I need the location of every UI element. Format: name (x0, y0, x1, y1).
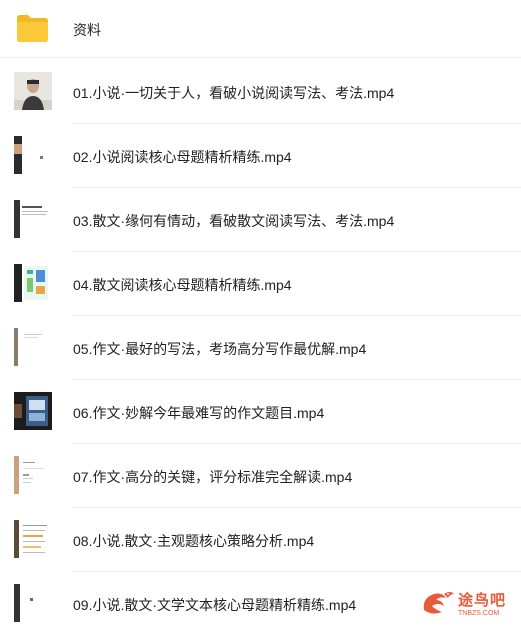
file-row[interactable]: 07.作文·高分的关键，评分标准完全解读.mp4 (0, 444, 521, 508)
file-row[interactable]: 06.作文·妙解今年最难写的作文题目.mp4 (0, 380, 521, 444)
folder-icon (17, 15, 48, 42)
file-row[interactable]: 01.小说·一切关于人，看破小说阅读写法、考法.mp4 (0, 60, 521, 124)
file-row[interactable]: 05.作文·最好的写法，考场高分写作最优解.mp4 (0, 316, 521, 380)
video-thumbnail (14, 520, 52, 558)
video-thumbnail (14, 264, 52, 302)
folder-row[interactable]: 资料 (0, 0, 521, 58)
file-row[interactable]: 03.散文·缘何有情动，看破散文阅读写法、考法.mp4 (0, 188, 521, 252)
file-name: 06.作文·妙解今年最难写的作文题目.mp4 (73, 405, 325, 421)
folder-name: 资料 (73, 22, 101, 38)
file-name: 02.小说阅读核心母题精析精练.mp4 (73, 149, 292, 165)
row-divider (0, 57, 521, 58)
file-name: 04.散文阅读核心母题精析精练.mp4 (73, 277, 292, 293)
file-name: 07.作文·高分的关键，评分标准完全解读.mp4 (73, 469, 353, 485)
bird-logo-icon (423, 592, 454, 614)
video-thumbnail (14, 584, 52, 622)
file-name: 08.小说.散文·主观题核心策略分析.mp4 (73, 533, 315, 549)
video-thumbnail (14, 328, 52, 366)
file-name: 03.散文·缘何有情动，看破散文阅读写法、考法.mp4 (73, 213, 395, 229)
video-thumbnail (14, 200, 52, 238)
file-name: 01.小说·一切关于人，看破小说阅读写法、考法.mp4 (73, 85, 395, 101)
watermark-subtext: TNBZS.COM (458, 610, 500, 617)
file-name: 09.小说.散文·文学文本核心母题精析精练.mp4 (73, 597, 357, 613)
watermark-text: 途鸟吧 (458, 592, 507, 609)
file-row[interactable]: 08.小说.散文·主观题核心策略分析.mp4 (0, 508, 521, 572)
video-thumbnail (14, 136, 52, 174)
file-row[interactable]: 02.小说阅读核心母题精析精练.mp4 (0, 124, 521, 188)
video-thumbnail (14, 456, 52, 494)
video-thumbnail (14, 392, 52, 430)
file-row[interactable]: 04.散文阅读核心母题精析精练.mp4 (0, 252, 521, 316)
site-watermark: 途鸟吧 TNBZS.COM (420, 588, 520, 624)
video-thumbnail (14, 72, 52, 110)
file-name: 05.作文·最好的写法，考场高分写作最优解.mp4 (73, 341, 367, 357)
